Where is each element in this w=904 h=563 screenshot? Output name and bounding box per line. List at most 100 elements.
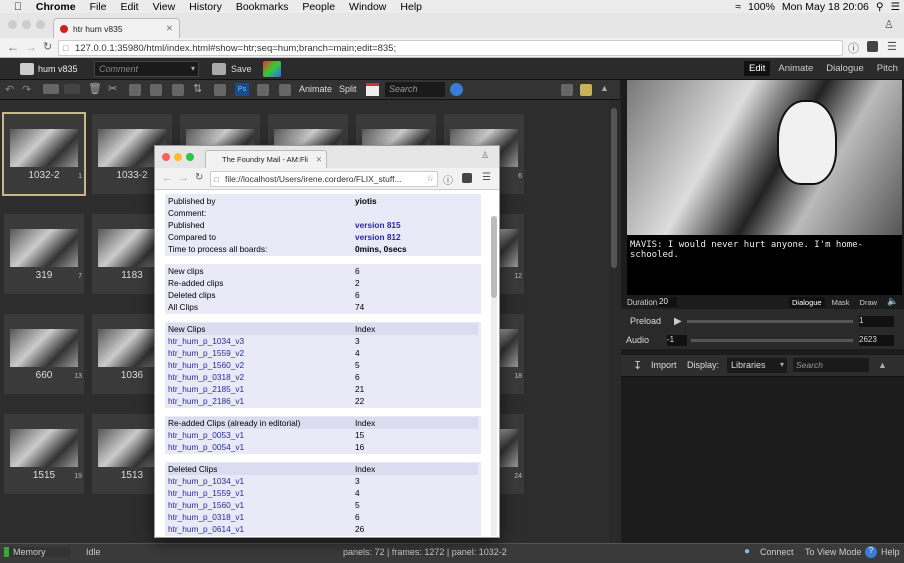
menu-app-name[interactable]: Chrome [36,1,76,13]
popup-extension-icon[interactable] [462,173,472,183]
notification-icon[interactable]: ☰ [891,1,900,13]
version-up-icon[interactable]: ⇅ [193,82,202,95]
wifi-icon[interactable]: ≈ [735,1,741,13]
popup-tab[interactable]: The Foundry Mail - AM:Fli ✕ [205,150,327,168]
tab-close-icon[interactable]: ✕ [166,23,173,34]
popup-address-bar[interactable]: □ file://localhost/Users/irene.cordero/F… [210,171,438,187]
preload-value[interactable]: 1 [859,316,894,327]
sequence-label[interactable]: hum v835 [38,64,78,74]
mode-pitch-tab[interactable]: Pitch [872,61,903,76]
minimize-window-icon[interactable] [22,20,31,29]
popup-scroll-thumb[interactable] [491,216,497,298]
apple-icon[interactable]:  [14,1,22,13]
clip-link[interactable]: htr_hum_p_0053_v1 [168,430,355,440]
cut-icon[interactable]: ✂ [108,82,117,95]
collapse-icon[interactable]: ▲ [600,83,609,93]
calendar-icon[interactable] [366,83,379,96]
comment-dropdown-icon[interactable]: ▾ [191,64,195,73]
undo-icon[interactable]: ↶ [5,83,14,96]
panel-search-field[interactable]: Search [385,82,445,97]
popup-close-icon[interactable] [162,153,170,161]
clip-link[interactable]: htr_hum_p_2185_v1 [168,384,355,394]
panel-thumbnail[interactable]: 660 13 [4,314,84,394]
panel-thumbnail[interactable]: 1032-2 1 [2,112,86,196]
mode-edit-tab[interactable]: Edit [744,61,771,76]
version-link[interactable]: version 812 [355,232,478,242]
popup-back-icon[interactable]: ← [162,172,173,184]
clip-link[interactable]: htr_hum_p_0054_v1 [168,442,355,452]
library-search-field[interactable]: Search [793,358,869,372]
grid-scrollbar[interactable] [609,100,621,543]
profile-icon[interactable]: ♙ [884,18,894,31]
back-icon[interactable]: ← [7,40,19,54]
mode-animate-tab[interactable]: Animate [773,61,818,76]
replace-icon[interactable] [172,84,184,96]
popup-info-icon[interactable]: ⓘ [443,172,453,187]
chrome-menu-icon[interactable]: ☰ [887,40,897,53]
menu-history[interactable]: History [189,1,222,13]
close-window-icon[interactable] [8,20,17,29]
paste-icon[interactable] [150,84,162,96]
dialogue-text[interactable]: MAVIS: I would never hurt anyone. I'm ho… [630,240,902,260]
trash-icon[interactable]: 🗑 [88,82,102,95]
help-icon[interactable]: ? [865,546,877,558]
clip-link[interactable]: htr_hum_p_0318_v1 [168,512,355,522]
animate-button[interactable]: Animate [299,84,332,94]
import-icon[interactable]: ↧ [633,359,642,372]
preload-slider[interactable] [687,320,853,323]
popup-star-icon[interactable]: ☆ [426,173,434,184]
image-icon[interactable] [580,84,592,96]
popup-reload-icon[interactable]: ↻ [195,172,203,183]
zoom-window-icon[interactable] [36,20,45,29]
menu-bookmarks[interactable]: Bookmarks [236,1,289,13]
import-button[interactable]: Import [651,360,677,370]
panel-tab-dialogue[interactable]: Dialogue [789,297,825,308]
menu-people[interactable]: People [302,1,335,13]
connect-icon[interactable]: ● [744,546,750,557]
new-panel-icon[interactable] [43,84,59,94]
address-bar[interactable]: □ 127.0.0.1:35980/html/index.html#show=h… [58,40,843,56]
save-button[interactable]: Save [231,64,252,74]
settings-icon[interactable] [257,84,269,96]
popup-minimize-icon[interactable] [174,153,182,161]
browser-tab[interactable]: htr hum v835 ✕ [53,18,180,38]
clip-link[interactable]: htr_hum_p_1559_v2 [168,348,355,358]
audio-slider[interactable] [691,339,853,342]
split-button[interactable]: Split [339,84,357,94]
view-mode-button[interactable]: To View Mode [805,547,861,557]
popup-zoom-icon[interactable] [186,153,194,161]
speaker-icon[interactable]: 🔈 [887,296,898,307]
popup-tab-close-icon[interactable]: ✕ [316,155,322,164]
clock[interactable]: Mon May 18 20:06 [782,1,869,13]
forward-icon[interactable]: → [25,40,37,54]
save-icon[interactable] [212,63,226,75]
clip-link[interactable]: htr_hum_p_1560_v1 [168,500,355,510]
panel-thumbnail[interactable]: 319 7 [4,214,84,294]
audio-value[interactable]: 2623 [859,335,894,346]
clip-link[interactable]: htr_hum_p_0614_v1 [168,524,355,534]
play-icon[interactable]: ▶ [674,316,682,327]
info-icon[interactable]: ⓘ [848,40,859,56]
redo-icon[interactable]: ↷ [22,83,31,96]
search-go-icon[interactable] [450,83,463,96]
comment-field[interactable]: Comment ▾ [94,61,199,77]
mode-dialogue-tab[interactable]: Dialogue [821,61,869,76]
clip-link[interactable]: htr_hum_p_1560_v2 [168,360,355,370]
reference-icon[interactable] [214,84,226,96]
popup-menu-icon[interactable]: ☰ [482,172,491,183]
menu-help[interactable]: Help [400,1,422,13]
extension-icon[interactable] [867,41,878,52]
reload-icon[interactable]: ↻ [43,40,52,53]
blank-panel-icon[interactable] [64,84,80,94]
popup-forward-icon[interactable]: → [178,172,189,184]
copy-icon[interactable] [129,84,141,96]
panel-tab-draw[interactable]: Draw [857,297,881,308]
help-button[interactable]: Help [881,547,900,557]
clip-link[interactable]: htr_hum_p_1034_v1 [168,476,355,486]
scroll-thumb[interactable] [611,108,617,268]
sequence-icon[interactable] [20,63,34,75]
menu-file[interactable]: File [90,1,107,13]
photoshop-icon[interactable] [263,61,281,77]
version-link[interactable]: version 815 [355,220,478,230]
battery-text[interactable]: 100% [748,1,775,13]
